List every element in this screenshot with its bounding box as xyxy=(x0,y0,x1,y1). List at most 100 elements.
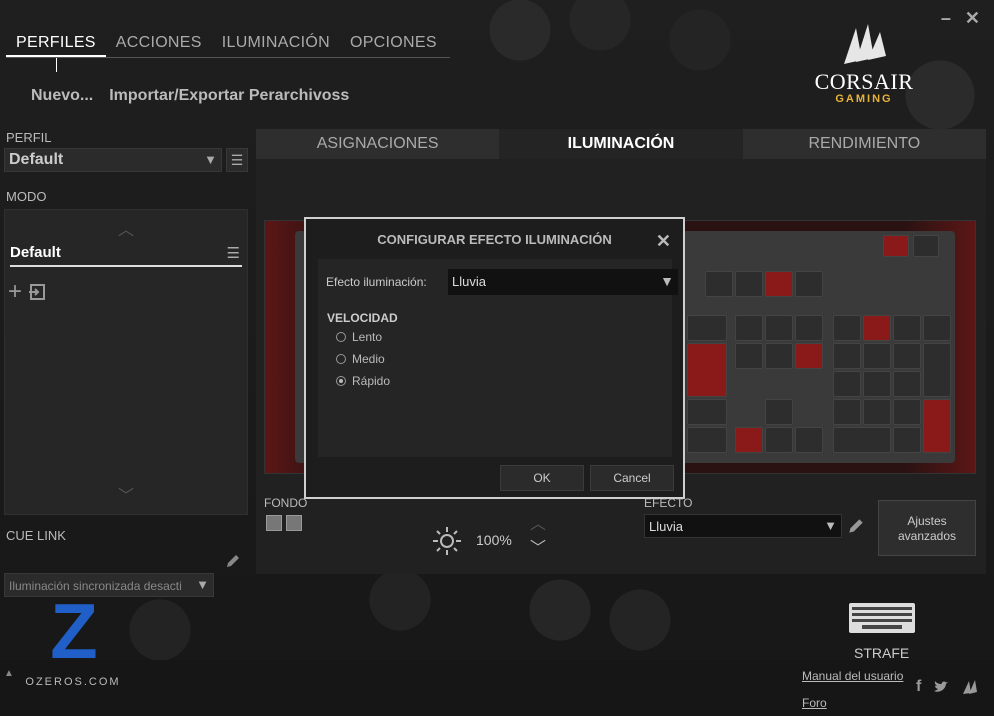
key[interactable] xyxy=(735,427,763,453)
minimize-button[interactable]: – xyxy=(941,8,951,29)
key[interactable] xyxy=(913,235,939,257)
key[interactable] xyxy=(893,343,921,369)
key[interactable] xyxy=(735,271,763,297)
ozeros-watermark: Z OZEROS.COM xyxy=(18,592,128,688)
key[interactable] xyxy=(863,399,891,425)
key[interactable] xyxy=(765,271,793,297)
profile-select[interactable]: Default ▼ xyxy=(4,148,222,172)
import-mode-icon[interactable] xyxy=(28,283,46,301)
key[interactable] xyxy=(883,235,909,257)
key[interactable] xyxy=(687,343,727,397)
background-swatch[interactable] xyxy=(266,515,282,531)
key[interactable] xyxy=(705,271,733,297)
dialog-close-icon[interactable]: ✕ xyxy=(656,231,671,252)
key[interactable] xyxy=(795,427,823,453)
chevron-up-icon[interactable]: ︿ xyxy=(5,216,247,240)
add-mode-icon[interactable]: + xyxy=(8,280,22,304)
corsair-logo: CORSAIR GAMING xyxy=(812,20,916,105)
social-links: f xyxy=(916,678,981,696)
key[interactable] xyxy=(863,343,891,369)
cancel-button[interactable]: Cancel xyxy=(590,465,674,491)
tab-perfiles[interactable]: PERFILES xyxy=(6,32,106,57)
tab-iluminacion-panel[interactable]: ILUMINACIÓN xyxy=(499,129,743,159)
key[interactable] xyxy=(923,399,951,453)
key[interactable] xyxy=(765,427,793,453)
key[interactable] xyxy=(923,343,951,397)
brightness-icon xyxy=(433,527,461,555)
key[interactable] xyxy=(863,371,891,397)
speed-label: VELOCIDAD xyxy=(327,311,398,325)
key[interactable] xyxy=(795,315,823,341)
key[interactable] xyxy=(923,315,951,341)
brand-name: CORSAIR xyxy=(814,69,914,94)
tab-rendimiento[interactable]: RENDIMIENTO xyxy=(742,129,986,159)
close-window-button[interactable]: ✕ xyxy=(965,8,980,29)
key[interactable] xyxy=(833,427,891,453)
key[interactable] xyxy=(735,315,763,341)
key[interactable] xyxy=(893,399,921,425)
import-export-link[interactable]: Importar/Exportar Perarchivoss xyxy=(109,87,349,105)
background-swatch[interactable] xyxy=(286,515,302,531)
tab-acciones[interactable]: ACCIONES xyxy=(106,32,212,57)
key[interactable] xyxy=(687,399,727,425)
speed-option-label: Lento xyxy=(352,330,383,344)
corsair-icon[interactable] xyxy=(961,679,981,695)
chevron-down-icon: ▼ xyxy=(824,518,837,533)
key[interactable] xyxy=(863,315,891,341)
profile-actions: Nuevo... Importar/Exportar Perarchivoss xyxy=(31,87,349,105)
brightness-down-icon[interactable]: ﹀ xyxy=(530,541,546,557)
tab-opciones[interactable]: OPCIONES xyxy=(340,32,447,57)
facebook-icon[interactable]: f xyxy=(916,678,921,696)
panel-tabs: ASIGNACIONES ILUMINACIÓN RENDIMIENTO xyxy=(256,129,986,159)
mode-menu-icon[interactable]: ☰ xyxy=(227,244,240,262)
key[interactable] xyxy=(893,427,921,453)
key[interactable] xyxy=(735,343,763,369)
profile-label: PERFIL xyxy=(6,130,52,145)
effect-select[interactable]: Lluvia ▼ xyxy=(644,514,842,538)
key[interactable] xyxy=(687,427,727,453)
key[interactable] xyxy=(687,315,727,341)
key[interactable] xyxy=(833,343,861,369)
watermark-text: OZEROS.COM xyxy=(25,676,121,688)
speed-option-medio[interactable]: Medio xyxy=(336,352,390,366)
configure-effect-dialog: CONFIGURAR EFECTO ILUMINACIÓN ✕ Efecto i… xyxy=(304,217,685,499)
user-manual-link[interactable]: Manual del usuario xyxy=(802,669,903,683)
speed-options: Lento Medio Rápido xyxy=(336,330,390,396)
key[interactable] xyxy=(833,371,861,397)
key[interactable] xyxy=(765,399,793,425)
profile-menu-button[interactable]: ☰ xyxy=(226,148,248,172)
chevron-down-icon: ▼ xyxy=(660,273,674,289)
pencil-icon[interactable] xyxy=(224,552,242,570)
key[interactable] xyxy=(833,399,861,425)
ok-button[interactable]: OK xyxy=(500,465,584,491)
key[interactable] xyxy=(893,371,921,397)
cue-link-select[interactable]: Iluminación sincronizada desacti ▼ xyxy=(4,573,214,597)
chevron-down-icon: ▼ xyxy=(196,577,209,592)
advanced-settings-button[interactable]: Ajustes avanzados xyxy=(878,500,976,556)
active-tab-marker xyxy=(56,58,57,72)
mode-actions: + xyxy=(8,280,46,304)
dialog-content: Efecto iluminación: Lluvia ▼ VELOCIDAD L… xyxy=(318,259,678,457)
twitter-icon[interactable] xyxy=(933,680,949,694)
tab-iluminacion[interactable]: ILUMINACIÓN xyxy=(212,32,340,57)
forum-link[interactable]: Foro xyxy=(802,696,827,710)
brightness-up-icon[interactable]: ︿ xyxy=(530,517,546,533)
keyboard-device-icon[interactable] xyxy=(848,602,916,634)
profile-value: Default xyxy=(9,151,64,168)
chevron-down-icon[interactable]: ﹀ xyxy=(5,482,247,506)
key[interactable] xyxy=(795,271,823,297)
dialog-effect-select[interactable]: Lluvia ▼ xyxy=(448,269,678,295)
pencil-icon[interactable] xyxy=(846,516,866,536)
speed-option-lento[interactable]: Lento xyxy=(336,330,390,344)
mode-item[interactable]: Default ☰ xyxy=(10,244,242,267)
key[interactable] xyxy=(765,343,793,369)
speed-option-rapido[interactable]: Rápido xyxy=(336,374,390,388)
key[interactable] xyxy=(795,343,823,369)
tab-asignaciones[interactable]: ASIGNACIONES xyxy=(256,129,500,159)
key[interactable] xyxy=(893,315,921,341)
new-profile-link[interactable]: Nuevo... xyxy=(31,87,93,105)
brightness-value: 100% xyxy=(476,532,512,548)
expand-up-icon[interactable]: ▲ xyxy=(4,668,14,679)
key[interactable] xyxy=(833,315,861,341)
key[interactable] xyxy=(765,315,793,341)
